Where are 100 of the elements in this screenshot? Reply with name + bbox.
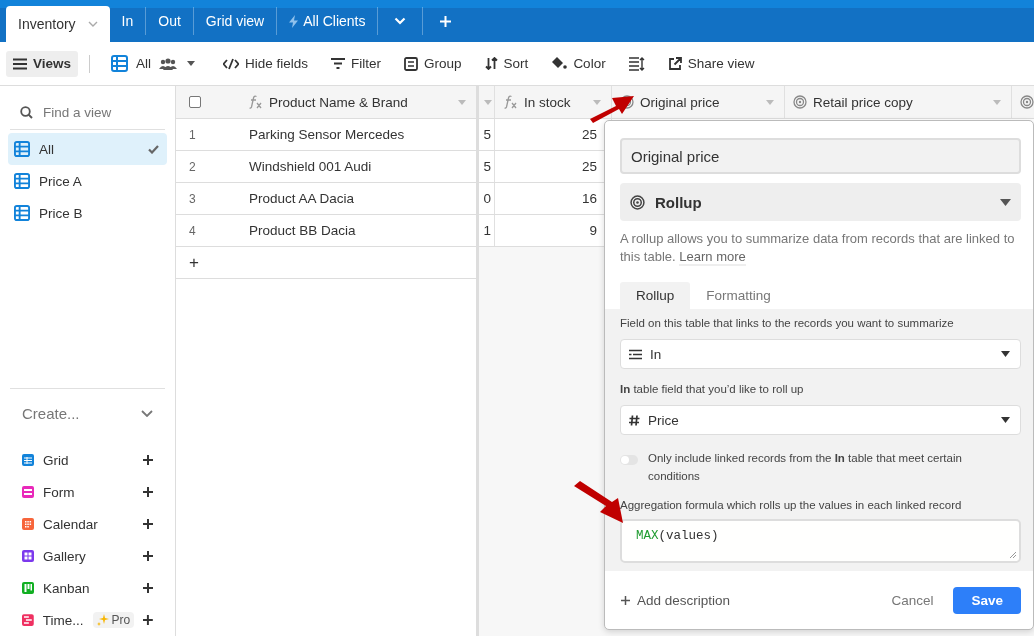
grid-icon — [111, 55, 129, 72]
caret-icon — [87, 21, 98, 27]
caret-icon — [1000, 198, 1011, 206]
column-header[interactable]: Retail price copy — [785, 86, 1012, 118]
chevron-icon — [394, 17, 407, 25]
table-cell-text: Product BB Dacia — [248, 222, 357, 240]
toggle-switch[interactable] — [620, 455, 638, 465]
row-height-icon — [628, 56, 645, 71]
caret-icon — [593, 99, 601, 105]
plus-icon[interactable] — [143, 455, 153, 465]
view-item[interactable]: Price B — [8, 197, 167, 229]
field-label: Aggregation formula which rolls up the values in each linked record — [620, 499, 963, 511]
table-cell: 1 — [479, 215, 495, 246]
field-type-select[interactable]: Rollup — [620, 183, 1021, 221]
caret-icon — [1001, 351, 1010, 357]
menu-icon — [13, 57, 27, 70]
plus-icon — [439, 14, 453, 28]
cancel-button[interactable]: Cancel — [891, 592, 934, 608]
save-button[interactable]: Save — [953, 586, 1021, 614]
view-type-label: Form — [43, 484, 76, 500]
field-name-input[interactable]: Original price — [620, 138, 1021, 174]
table-cell: 0 — [479, 183, 495, 214]
view-item[interactable]: Price A — [8, 165, 167, 197]
lightning-icon — [289, 14, 299, 28]
table-cell-text: Product AA Dacia — [248, 190, 356, 208]
check-icon — [148, 144, 159, 154]
plus-icon — [621, 595, 630, 605]
add-description-button[interactable]: Add description — [621, 592, 731, 608]
plus-icon[interactable] — [143, 551, 153, 561]
formula-icon — [248, 95, 263, 109]
hash-icon — [629, 414, 640, 426]
row-number: 4 — [188, 222, 197, 240]
field-label: In table field that you’d like to roll up — [620, 383, 805, 395]
view-type-label: Kanban — [43, 580, 91, 596]
chevron-icon[interactable] — [141, 410, 153, 417]
table-tab[interactable]: Out — [146, 7, 194, 35]
field-description: A rollup allows you to summarize data from records that are linked to this table. Learn more — [620, 230, 1016, 266]
field-label: Field on this table that links to the records you want to summarize — [620, 317, 955, 329]
table-cell-text: Parking Sensor Mercedes — [248, 126, 406, 144]
view-type-label: Grid — [43, 452, 70, 468]
table-cell-text: Windshield 001 Audi — [248, 158, 373, 176]
view-type-label: Gallery — [43, 548, 87, 564]
caret-icon — [993, 99, 1001, 105]
view-type-label: Calendar — [43, 516, 99, 532]
add-row-button[interactable]: + — [176, 247, 240, 278]
table-tab[interactable]: In — [109, 7, 147, 35]
annotation-arrow — [590, 96, 634, 124]
grid-icon — [14, 141, 30, 157]
row-number: 3 — [188, 190, 197, 208]
plus-icon[interactable] — [143, 487, 153, 497]
plus-icon[interactable] — [143, 583, 153, 593]
formula-input[interactable]: MAX(values) — [620, 519, 1021, 563]
sort-icon — [484, 57, 498, 70]
row-number: 1 — [188, 126, 197, 144]
linked-field-select[interactable]: In — [620, 339, 1021, 369]
caret-icon — [766, 99, 774, 105]
filter-icon — [331, 58, 346, 69]
view-item[interactable]: All — [8, 133, 167, 165]
sparkle-icon — [96, 614, 109, 626]
caret-icon — [187, 61, 196, 66]
toolbar-button[interactable]: Hide fields — [216, 50, 316, 77]
caret-icon — [458, 99, 466, 105]
settings-tab[interactable]: Formatting — [690, 282, 787, 309]
formula-icon — [503, 95, 518, 109]
share-icon — [667, 56, 682, 71]
plus-icon[interactable] — [143, 615, 153, 625]
toolbar-button[interactable]: Color — [544, 50, 613, 77]
select-all-checkbox[interactable] — [189, 96, 201, 108]
grid-icon — [14, 173, 30, 189]
resize-handle-icon[interactable] — [1009, 551, 1017, 559]
toolbar-button[interactable]: Views — [6, 50, 79, 77]
toolbar-button[interactable]: Sort — [477, 50, 536, 77]
caret-icon — [484, 99, 492, 105]
table-tab[interactable]: All Clients — [277, 7, 379, 35]
search-field[interactable]: Find a view — [41, 103, 155, 121]
people-icon — [159, 57, 178, 70]
hide-icon — [223, 57, 240, 70]
table-cell: 5 — [479, 119, 495, 150]
link-list-icon — [629, 348, 642, 360]
row-number: 2 — [188, 158, 197, 176]
toolbar-button[interactable]: Group — [397, 50, 469, 77]
grid-icon — [14, 205, 30, 221]
plus-icon[interactable] — [143, 519, 153, 529]
rollup-field-select[interactable]: Price — [620, 405, 1021, 435]
group-icon — [404, 56, 419, 71]
pro-badge: Pro — [92, 612, 135, 628]
toolbar-button[interactable]: Filter — [324, 50, 389, 77]
toolbar-button[interactable]: Share view — [660, 50, 762, 77]
search-icon — [20, 105, 33, 119]
toggle-label: Only include linked records from the In table that meet certain conditions — [648, 451, 963, 484]
view-type-label: Time... — [42, 612, 84, 628]
paint-bucket-icon — [551, 56, 568, 71]
table-tab[interactable]: Grid view — [193, 7, 278, 35]
learn-more-link[interactable]: Learn more — [679, 249, 746, 266]
caret-icon — [1001, 417, 1010, 423]
toolbar-button[interactable]: All — [104, 50, 203, 77]
settings-tab[interactable]: Rollup — [620, 282, 691, 309]
table-tab[interactable]: Inventory — [6, 6, 110, 42]
section-title: Create... — [22, 405, 80, 422]
table-cell: 5 — [479, 151, 495, 182]
